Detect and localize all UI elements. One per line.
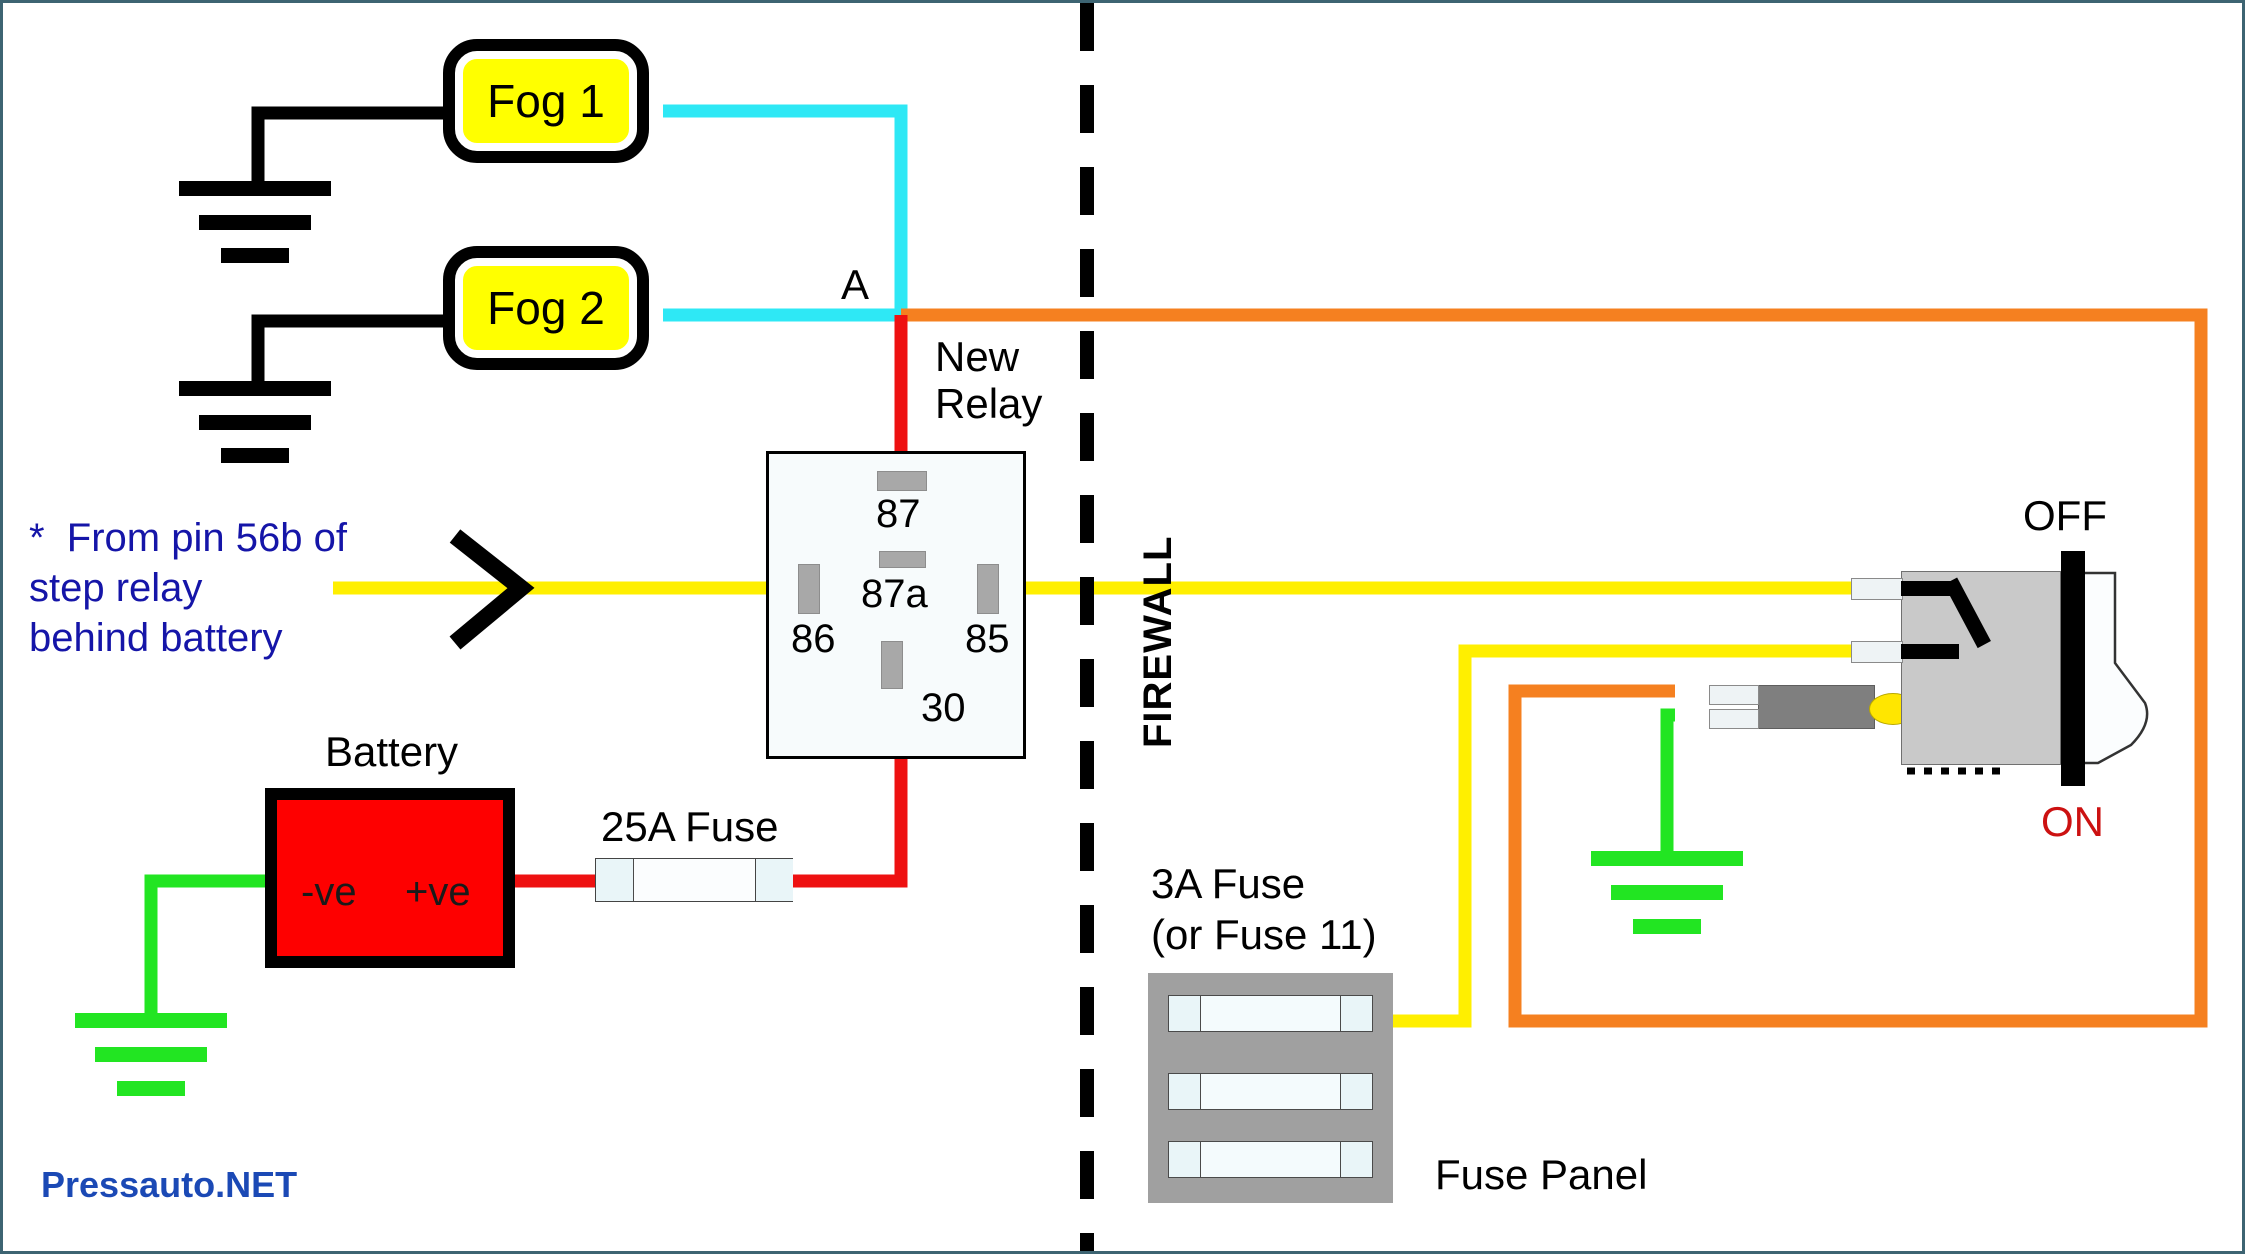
step-relay-note: * From pin 56b of step relay behind batt… [29, 516, 347, 660]
battery-ground-wire [75, 874, 265, 1096]
relay-pin-85-terminal [977, 564, 999, 614]
battery-negative-label: -ve [301, 870, 357, 914]
junction-a-label: A [841, 261, 870, 308]
rocker-switch-body[interactable] [1901, 571, 2061, 765]
relay-pin-87-terminal [877, 471, 927, 491]
illumination-ground-wire [1591, 708, 1743, 934]
firewall-label: FIREWALL [1136, 535, 1180, 748]
switch-rocker-profile [2077, 571, 2149, 765]
fuse-panel-slot-2[interactable] [1168, 1073, 1373, 1110]
fuse-25a-label: 25A Fuse [601, 803, 779, 850]
fog-lamp-2[interactable]: Fog 2 [443, 246, 649, 370]
fog-lamp-1-label: Fog 1 [487, 75, 605, 127]
fog2-ground-wire [179, 314, 458, 463]
fuse-25a-cap-left [596, 859, 634, 901]
fuse-panel-slot-3-cap-left [1169, 1142, 1201, 1177]
fuse-panel-caption: Fuse Panel [1435, 1151, 1648, 1198]
fuse-panel-slot-3-cap-right [1340, 1142, 1372, 1177]
battery-positive-label: +ve [405, 870, 471, 914]
battery-body[interactable]: -ve +ve [265, 788, 515, 968]
fog1-ground-wire [179, 106, 458, 263]
fuse-3a-label: 3A Fuse (or Fuse 11) [1151, 860, 1377, 959]
fuse-panel-body[interactable] [1148, 973, 1393, 1203]
switch-terminal-lower [1851, 641, 1903, 663]
wiring-diagram-canvas: Fog 1 Fog 2 A New Relay 87 87a 86 85 30 … [0, 0, 2245, 1254]
relay-pin-85-label: 85 [965, 617, 1010, 661]
fuse-panel-slot-2-cap-left [1169, 1074, 1201, 1109]
lamp-terminal-top [1709, 685, 1759, 705]
switch-contact-lower [1901, 644, 1959, 659]
relay-pin-87a-terminal [879, 551, 926, 568]
lamp-terminal-bottom [1709, 709, 1759, 729]
switch-illumination-lamp-body [1758, 685, 1875, 729]
fuse-panel-slot-2-cap-right [1340, 1074, 1372, 1109]
relay-pin-86-label: 86 [791, 617, 836, 661]
new-relay-body[interactable]: 87 87a 86 85 30 [766, 451, 1026, 759]
relay-pin-87a-label: 87a [861, 572, 928, 616]
fuse-panel-slot-1-cap-right [1340, 996, 1372, 1031]
switch-terminal-upper [1851, 578, 1903, 600]
fuse-panel-slot-1[interactable] [1168, 995, 1373, 1032]
battery-caption: Battery [325, 728, 459, 775]
fuse-25a-body[interactable] [595, 858, 793, 902]
fog-lamp-2-label: Fog 2 [487, 282, 605, 334]
watermark: Pressauto.NET [41, 1164, 298, 1205]
relay-pin-87-label: 87 [876, 492, 921, 536]
relay-pin-30-label: 30 [921, 686, 966, 730]
new-relay-caption: New Relay [935, 333, 1043, 428]
yellow-trigger-wires [333, 529, 1869, 1028]
relay-pin-30-terminal [881, 641, 903, 689]
fuse-panel-slot-3[interactable] [1168, 1141, 1373, 1178]
fog-lamp-1[interactable]: Fog 1 [443, 39, 649, 163]
relay-pin-86-terminal [798, 564, 820, 614]
fuse-25a-cap-right [755, 859, 793, 901]
fuse-panel-slot-1-cap-left [1169, 996, 1201, 1031]
switch-on-label: ON [2041, 798, 2104, 845]
rocker-switch-faceplate [2061, 551, 2085, 786]
switch-off-label: OFF [2023, 492, 2107, 539]
